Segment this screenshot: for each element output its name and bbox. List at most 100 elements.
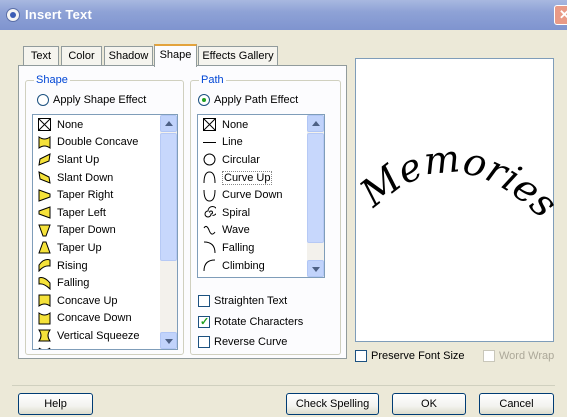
slant-up-icon [37, 153, 51, 167]
taper-left-icon [37, 206, 51, 220]
list-item[interactable]: None [33, 116, 160, 134]
reverse-curve-box[interactable] [198, 336, 210, 348]
list-item[interactable]: Horizontal Squeeze [33, 345, 160, 349]
list-item[interactable]: Double Concave [33, 134, 160, 152]
reverse-curve-checkbox[interactable]: Reverse Curve [198, 336, 287, 348]
double-concave-icon [37, 135, 51, 149]
preview-canvas: Memories [351, 136, 566, 226]
scroll-thumb[interactable] [160, 133, 177, 261]
straighten-text-box[interactable] [198, 295, 210, 307]
list-item-label: Slant Up [57, 153, 100, 166]
apply-path-radio-circle[interactable] [198, 94, 210, 106]
rotate-characters-checkbox[interactable]: Rotate Characters [198, 315, 304, 328]
path-list: None Line Circular Curve Up Curve Down Spiral… [198, 115, 307, 277]
path-group-title: Path [199, 74, 226, 86]
list-item[interactable]: Line [198, 134, 307, 152]
list-item[interactable]: Circular [198, 151, 307, 169]
curve-down-icon [202, 188, 216, 202]
preserve-font-size-checkbox[interactable]: Preserve Font Size [355, 350, 465, 362]
list-item-label: Double Concave [57, 136, 139, 149]
list-item[interactable]: Spiral [198, 204, 307, 222]
apply-path-effect-label: Apply Path Effect [214, 94, 299, 106]
list-item[interactable]: Vertical Squeeze [33, 327, 160, 345]
shape-scrollbar[interactable] [160, 115, 177, 349]
none-x-icon [202, 118, 216, 132]
scroll-up-arrow-icon[interactable] [160, 115, 177, 132]
list-item[interactable]: Falling [33, 274, 160, 292]
scroll-thumb[interactable] [307, 133, 324, 243]
preview-text-path: Memories [351, 136, 566, 226]
list-item[interactable]: Rising [33, 257, 160, 275]
list-item[interactable]: Slant Down [33, 169, 160, 187]
rotate-characters-label: Rotate Characters [214, 316, 304, 328]
ok-button[interactable]: OK [392, 393, 466, 415]
path-scrollbar[interactable] [307, 115, 324, 277]
shape-group-title: Shape [34, 74, 70, 86]
list-item[interactable]: Taper Down [33, 222, 160, 240]
list-item[interactable]: Taper Left [33, 204, 160, 222]
taper-down-icon [37, 223, 51, 237]
curve-left-icon [202, 276, 216, 277]
list-item-label: Curve Down [222, 189, 283, 202]
scroll-down-arrow-icon[interactable] [307, 260, 324, 277]
path-listbox[interactable]: None Line Circular Curve Up Curve Down Spiral… [197, 114, 325, 278]
separator [12, 385, 555, 386]
tab-text[interactable]: Text [23, 46, 59, 66]
insert-text-dialog: Insert Text Text Color Shadow Shape Effe… [0, 0, 567, 417]
falling-path-icon [202, 241, 216, 255]
tab-shadow[interactable]: Shadow [104, 46, 153, 66]
list-item[interactable]: Curve Down [198, 186, 307, 204]
list-item[interactable]: Curve Left [198, 274, 307, 277]
climbing-path-icon [202, 259, 216, 273]
list-item-label: Curve Up [222, 170, 273, 185]
falling-icon [37, 276, 51, 290]
list-item[interactable]: Concave Up [33, 292, 160, 310]
scroll-up-arrow-icon[interactable] [307, 115, 324, 132]
list-item-label: None [57, 118, 84, 131]
list-item-label: Wave [222, 224, 250, 237]
cancel-button[interactable]: Cancel [479, 393, 554, 415]
straighten-text-label: Straighten Text [214, 295, 288, 307]
apply-shape-radio-circle[interactable] [37, 94, 49, 106]
title-bar[interactable]: Insert Text [0, 0, 567, 30]
preserve-font-size-box[interactable] [355, 350, 367, 362]
check-spelling-button[interactable]: Check Spelling [286, 393, 379, 415]
list-item-label: Vertical Squeeze [57, 329, 140, 342]
horizontal-squeeze-icon [37, 347, 51, 349]
wave-icon [202, 223, 216, 237]
apply-shape-effect-radio[interactable]: Apply Shape Effect [37, 94, 146, 106]
list-item-label: Climbing [222, 259, 265, 272]
rotate-characters-box[interactable] [198, 315, 210, 328]
apply-path-effect-radio[interactable]: Apply Path Effect [198, 94, 298, 106]
list-item[interactable]: Slant Up [33, 151, 160, 169]
list-item-label: Taper Right [57, 189, 114, 202]
help-button[interactable]: Help [18, 393, 93, 415]
list-item-label: Rising [57, 259, 88, 272]
list-item[interactable]: Taper Right [33, 186, 160, 204]
list-item[interactable]: Concave Down [33, 310, 160, 328]
tab-color[interactable]: Color [61, 46, 102, 66]
tab-effects-gallery[interactable]: Effects Gallery [198, 46, 278, 66]
list-item-label: Line [222, 136, 243, 149]
window-title: Insert Text [25, 7, 92, 22]
list-item[interactable]: Wave [198, 222, 307, 240]
close-button[interactable] [554, 5, 567, 25]
shape-list: None Double Concave Slant Up Slant Down Tape… [33, 115, 160, 349]
list-item[interactable]: Taper Up [33, 239, 160, 257]
list-item[interactable]: Climbing [198, 257, 307, 275]
list-item-label: Taper Left [57, 206, 106, 219]
list-item-label: Concave Down [57, 312, 132, 325]
word-wrap-label: Word Wrap [499, 350, 555, 362]
shape-listbox[interactable]: None Double Concave Slant Up Slant Down Tape… [32, 114, 178, 350]
apply-shape-effect-label: Apply Shape Effect [53, 94, 147, 106]
none-x-icon [37, 118, 51, 132]
straighten-text-checkbox[interactable]: Straighten Text [198, 295, 287, 307]
list-item[interactable]: Falling [198, 239, 307, 257]
tab-shape[interactable]: Shape [154, 44, 197, 67]
scroll-down-arrow-icon[interactable] [160, 332, 177, 349]
list-item[interactable]: Curve Up [198, 169, 307, 187]
list-item[interactable]: None [198, 116, 307, 134]
preview-text: Memories [356, 136, 555, 226]
rising-icon [37, 259, 51, 273]
preserve-font-size-label: Preserve Font Size [371, 350, 465, 362]
